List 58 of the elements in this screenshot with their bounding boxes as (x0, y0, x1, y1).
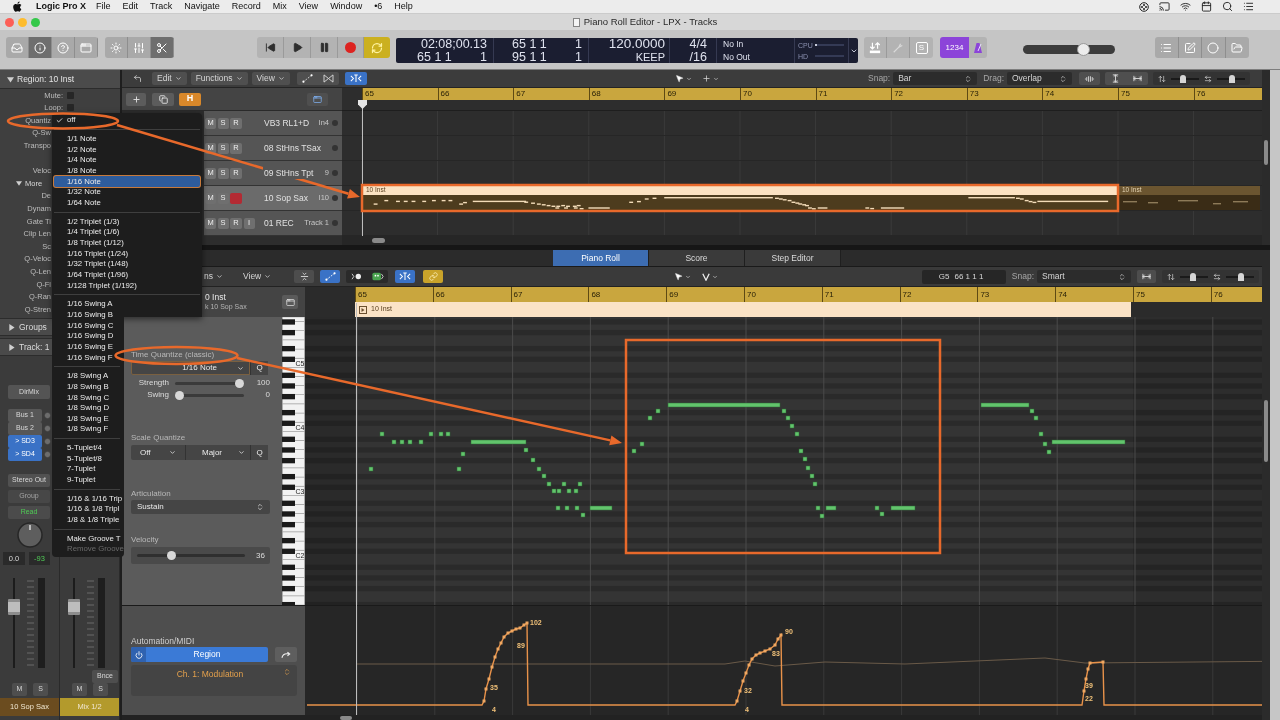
bar-number: 71 (824, 290, 834, 299)
section-label: Groups (19, 320, 47, 334)
window-title: Piano Roll Editor - LPX - Tracks (583, 14, 718, 29)
bar-number: 66 (440, 90, 450, 98)
slider-label: Swing (146, 389, 169, 401)
tempo-mode: KEEP (635, 50, 665, 63)
bar-number: 73 (980, 290, 990, 299)
section-title: Automation/MIDI (131, 635, 196, 647)
time-signature: 4/4 (689, 38, 707, 51)
bar-number: 71 (818, 90, 828, 98)
bar-number: 75 (1135, 290, 1145, 299)
track-name: 09 StHns Tpt (263, 166, 315, 180)
slider-value: 0 (264, 389, 270, 401)
section-title: Articulation (131, 488, 172, 500)
bar-number: 76 (1213, 290, 1223, 299)
bar-number: 66 (435, 290, 445, 299)
bar-number: 69 (669, 290, 679, 299)
division-display: /16 (689, 50, 707, 63)
bar-number: 74 (1045, 90, 1055, 98)
bar-position: 65 1 1 (417, 50, 452, 63)
field-label: Snap: (868, 72, 891, 85)
bar-number: 69 (667, 90, 677, 98)
position-readout: 66 1 1 1 (954, 270, 984, 283)
tempo-display: 120.0000 (608, 38, 665, 51)
bar-number: 72 (902, 290, 912, 299)
slider-label: Strength (137, 377, 169, 389)
midi-in-display: No In (723, 38, 745, 51)
bar-number: 67 (513, 290, 523, 299)
bar-number: 75 (1120, 90, 1130, 98)
field-label: Drag: (983, 72, 1004, 85)
right-locator-tick: 1 (575, 50, 582, 63)
slider-value: 100 (255, 377, 270, 389)
time-display: 02:08;00.13 (420, 38, 488, 51)
inspector-title: Region: 10 Inst (17, 72, 75, 86)
bar-number: 72 (894, 90, 904, 98)
tick-position: 1 (480, 50, 487, 63)
bar-number: 65 (365, 90, 374, 98)
slider-value: 36 (255, 549, 265, 562)
bar-number: 70 (742, 90, 752, 98)
section-title: Time Quantize (classic) (131, 349, 216, 361)
left-locator-tick: 1 (575, 38, 582, 51)
field-label: Snap: (1011, 270, 1034, 283)
bar-number: 76 (1196, 90, 1206, 98)
midi-out-display: No Out (723, 50, 751, 63)
region-name: 0 Inst (205, 292, 227, 302)
section-title: Scale Quantize (131, 432, 187, 444)
bar-number: 68 (591, 90, 601, 98)
pitch-readout: G5 (938, 270, 950, 283)
bar-number: 65 (358, 290, 367, 299)
bar-number: 68 (591, 290, 601, 299)
right-locator: 95 1 1 (512, 50, 547, 63)
bar-number: 74 (1058, 290, 1068, 299)
bar-number: 73 (969, 90, 979, 98)
bar-number: 67 (516, 90, 526, 98)
section-title: Velocity (131, 534, 160, 546)
section-label: Track: 1 (19, 340, 50, 354)
left-locator: 65 1 1 (512, 38, 547, 51)
bar-number: 70 (747, 290, 756, 299)
